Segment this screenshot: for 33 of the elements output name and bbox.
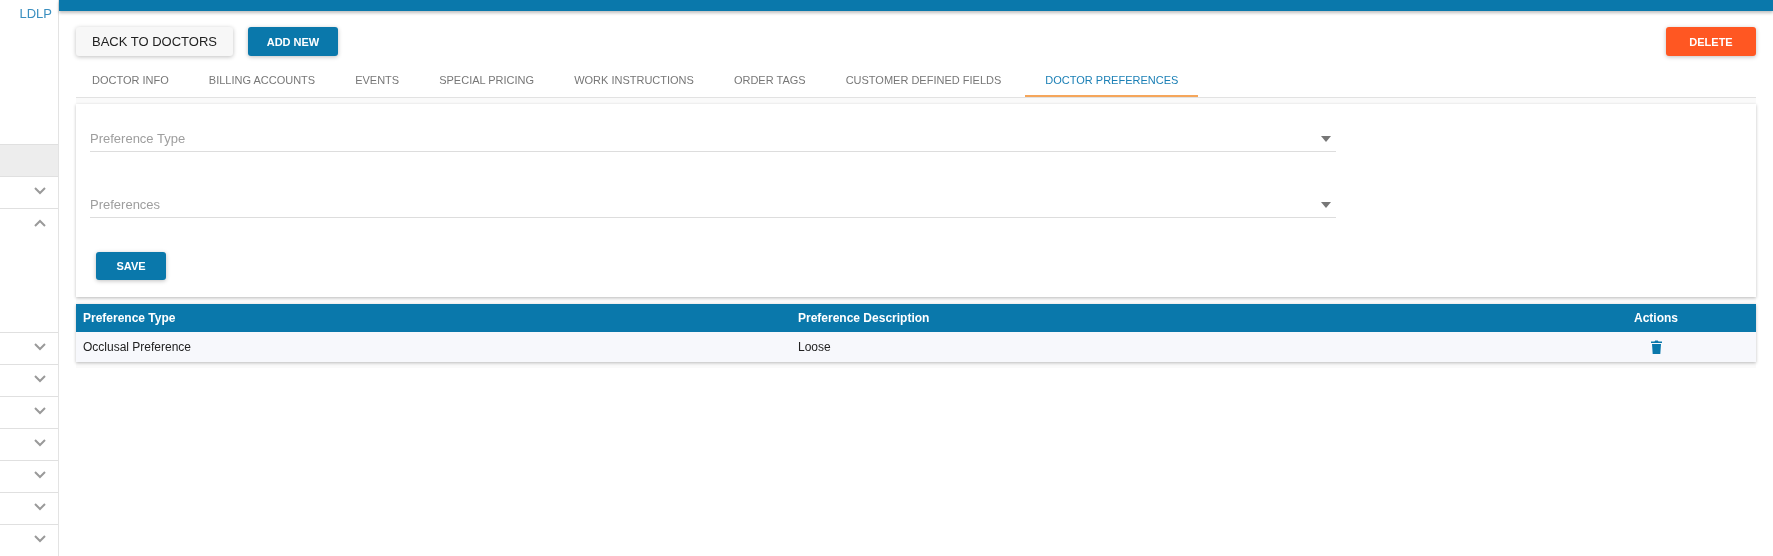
sidebar-item[interactable] bbox=[0, 144, 58, 176]
tab[interactable]: CUSTOMER DEFINED FIELDS bbox=[829, 65, 1018, 97]
add-new-button[interactable]: ADD NEW bbox=[248, 27, 338, 56]
tab[interactable]: SPECIAL PRICING bbox=[423, 65, 551, 97]
select-field[interactable]: Preferences bbox=[90, 192, 1336, 218]
logo-text: LDLP bbox=[19, 6, 52, 21]
chevron-down-icon bbox=[34, 439, 46, 447]
tab[interactable]: DOCTOR INFO bbox=[76, 65, 185, 97]
tab[interactable]: BILLING ACCOUNTS bbox=[192, 65, 332, 97]
delete-row-button[interactable] bbox=[1650, 340, 1662, 354]
caret-icon bbox=[1321, 202, 1331, 208]
table-cell: Loose bbox=[798, 340, 831, 354]
column-header: Actions bbox=[1634, 311, 1678, 325]
select-field[interactable]: Preference Type bbox=[90, 126, 1336, 152]
trash-icon bbox=[1650, 340, 1662, 354]
tab[interactable]: EVENTS bbox=[339, 65, 416, 97]
save-button[interactable]: SAVE bbox=[96, 252, 166, 280]
delete-button[interactable]: DELETE bbox=[1666, 27, 1756, 56]
chevron-down-icon bbox=[34, 471, 46, 479]
chevron-down-icon bbox=[34, 407, 46, 415]
caret-icon bbox=[1321, 136, 1331, 142]
chevron-down-icon bbox=[34, 503, 46, 511]
chevron-down-icon bbox=[34, 535, 46, 543]
back-button[interactable]: BACK TO DOCTORS bbox=[76, 27, 233, 56]
column-header: Preference Type bbox=[83, 311, 176, 325]
chevron-down-icon bbox=[34, 375, 46, 383]
tab[interactable]: ORDER TAGS bbox=[717, 65, 822, 97]
chevron-up-icon bbox=[34, 219, 46, 227]
column-header: Preference Description bbox=[798, 311, 930, 325]
chevron-down-icon bbox=[34, 187, 46, 195]
table-cell: Occlusal Preference bbox=[83, 340, 192, 354]
tab[interactable]: WORK INSTRUCTIONS bbox=[558, 65, 710, 97]
chevron-down-icon bbox=[34, 343, 46, 351]
